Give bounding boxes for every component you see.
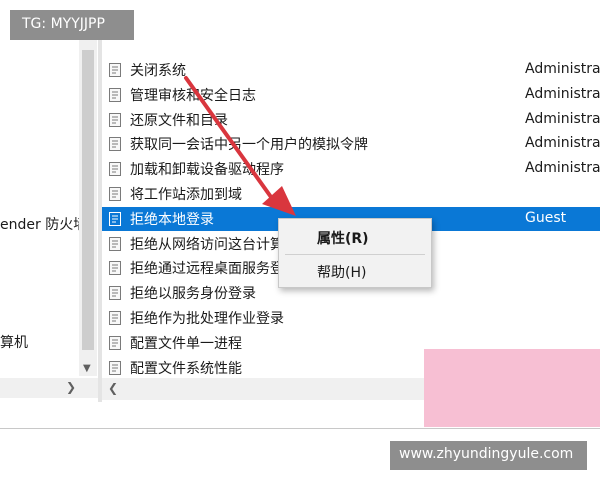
left-tree-item-computer[interactable]: 算机 bbox=[0, 332, 28, 352]
policy-doc-icon bbox=[109, 335, 121, 350]
watermark-tg: TG: MYYJJPP bbox=[10, 10, 134, 40]
policy-name: 获取同一会话中另一个用户的模拟令牌 bbox=[130, 137, 368, 154]
policy-name: 加载和卸载设备驱动程序 bbox=[130, 162, 284, 179]
table-row[interactable]: 获取同一会话中另一个用户的模拟令牌 Administra bbox=[102, 132, 600, 156]
menu-item-help-label: 帮助(H) bbox=[317, 265, 367, 281]
watermark-site-text: www.zhyundingyule.com bbox=[399, 446, 574, 462]
policy-name: 关闭系统 bbox=[130, 63, 186, 79]
left-scroll-thumb[interactable] bbox=[82, 50, 94, 350]
pink-overlay bbox=[424, 349, 600, 427]
arrow-down-icon[interactable]: ▼ bbox=[83, 363, 91, 374]
policy-doc-icon bbox=[109, 87, 121, 102]
arrow-left-icon[interactable]: ❮ bbox=[108, 381, 118, 395]
policy-setting: Administra bbox=[525, 135, 600, 152]
policy-name: 拒绝从网络访问这台计算机 bbox=[130, 236, 298, 253]
table-row[interactable]: 将工作站添加到域 bbox=[102, 182, 600, 206]
table-row[interactable]: 拒绝作为批处理作业登录 bbox=[102, 306, 600, 330]
policy-setting: Administra bbox=[525, 110, 600, 127]
policy-setting: Guest bbox=[525, 209, 567, 226]
policy-name: 配置文件系统性能 bbox=[130, 360, 242, 377]
menu-item-properties-label: 属性(R) bbox=[317, 231, 369, 247]
left-vertical-scrollbar[interactable]: ▼ bbox=[79, 40, 97, 376]
policy-name: 拒绝本地登录 bbox=[130, 211, 214, 228]
watermark-site: www.zhyundingyule.com bbox=[390, 441, 587, 470]
context-menu: 属性(R) 帮助(H) bbox=[278, 218, 432, 288]
table-row[interactable]: 还原文件和目录 Administra bbox=[102, 108, 600, 132]
policy-name: 拒绝作为批处理作业登录 bbox=[130, 311, 284, 327]
policy-name: 将工作站添加到域 bbox=[130, 187, 242, 203]
table-row[interactable]: 加载和卸载设备驱动程序 Administra bbox=[102, 157, 600, 181]
policy-setting: Administra bbox=[525, 85, 600, 102]
policy-doc-icon bbox=[109, 112, 121, 127]
table-row[interactable]: 关闭系统 Administra bbox=[102, 58, 600, 82]
policy-doc-icon bbox=[109, 286, 121, 301]
table-row[interactable]: 管理审核和安全日志 Administra bbox=[102, 83, 600, 107]
policy-doc-icon bbox=[109, 187, 121, 201]
policy-doc-icon bbox=[109, 137, 121, 152]
left-tree-item-defender[interactable]: ender 防火墙 bbox=[0, 214, 87, 234]
arrow-right-icon[interactable]: ❯ bbox=[66, 380, 76, 394]
policy-list: 关闭系统 Administra 管理审核和安全日志 Administra 还原文件和目录… bbox=[102, 40, 600, 378]
policy-setting: Administra bbox=[525, 61, 600, 77]
menu-item-properties[interactable]: 属性(R) bbox=[279, 223, 431, 251]
policy-doc-icon bbox=[109, 211, 121, 226]
watermark-tg-text: TG: MYYJJPP bbox=[22, 16, 105, 32]
policy-name: 还原文件和目录 bbox=[130, 112, 228, 129]
menu-separator bbox=[285, 254, 425, 255]
policy-name: 拒绝通过远程桌面服务登录 bbox=[130, 261, 298, 278]
policy-doc-icon bbox=[109, 311, 121, 325]
policy-doc-icon bbox=[109, 236, 121, 251]
policy-doc-icon bbox=[109, 63, 121, 77]
menu-item-help[interactable]: 帮助(H) bbox=[279, 257, 431, 285]
policy-name: 配置文件单一进程 bbox=[130, 335, 242, 352]
policy-name: 拒绝以服务身份登录 bbox=[130, 286, 256, 303]
policy-setting: Administra bbox=[525, 160, 600, 177]
policy-doc-icon bbox=[109, 261, 121, 276]
left-horizontal-scrollbar[interactable]: ❯ bbox=[0, 378, 98, 398]
policy-doc-icon bbox=[109, 360, 121, 375]
policy-doc-icon bbox=[109, 162, 121, 177]
policy-name: 管理审核和安全日志 bbox=[130, 87, 256, 104]
